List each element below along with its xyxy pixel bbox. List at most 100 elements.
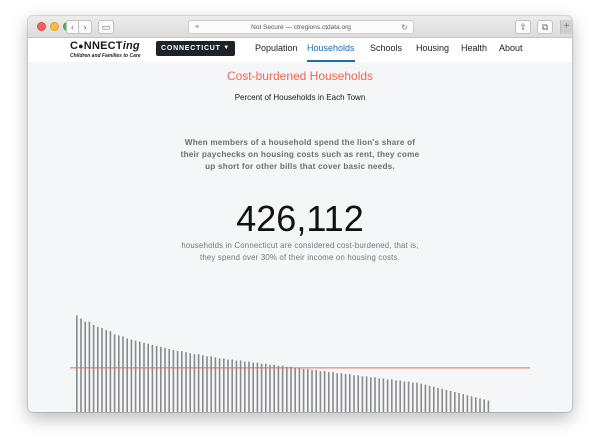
town-bar[interactable] [189, 353, 191, 412]
town-bar[interactable] [281, 365, 284, 412]
town-bar[interactable] [197, 354, 200, 412]
town-bar[interactable] [214, 357, 217, 412]
nav-link-population[interactable]: Population [255, 38, 298, 62]
nav-link-households[interactable]: Households [307, 38, 355, 62]
town-bar[interactable] [126, 338, 128, 413]
town-bar[interactable] [412, 382, 414, 412]
town-bar[interactable] [399, 380, 401, 413]
share-icon[interactable]: ⇧ [515, 20, 531, 34]
town-bar[interactable] [407, 381, 410, 412]
town-bar[interactable] [290, 366, 292, 412]
close-window-button[interactable] [37, 22, 46, 31]
minimize-window-button[interactable] [50, 22, 59, 31]
town-bar[interactable] [298, 367, 301, 412]
town-bar[interactable] [210, 356, 212, 412]
town-bar[interactable] [101, 328, 103, 412]
town-bar[interactable] [164, 347, 166, 412]
town-bar[interactable] [483, 399, 485, 412]
town-bar[interactable] [76, 315, 78, 412]
town-bar[interactable] [466, 395, 469, 412]
town-bar[interactable] [265, 363, 267, 412]
town-bar[interactable] [273, 364, 275, 412]
reload-icon[interactable]: ↻ [401, 21, 408, 34]
town-bar[interactable] [202, 355, 204, 412]
town-bar[interactable] [441, 388, 443, 412]
town-bar[interactable] [378, 378, 380, 412]
address-bar[interactable]: ≡ Not Secure — ctregions.ctdata.org ↻ [188, 20, 414, 34]
town-bar[interactable] [109, 331, 112, 412]
town-bar[interactable] [134, 340, 137, 412]
town-bar[interactable] [307, 368, 309, 412]
town-bar[interactable] [487, 400, 490, 412]
town-bar[interactable] [420, 383, 422, 412]
town-bar[interactable] [294, 367, 296, 412]
tabs-overview-icon[interactable]: ⧉ [537, 20, 553, 34]
town-bar[interactable] [97, 326, 99, 412]
town-bar[interactable] [391, 379, 393, 412]
back-button[interactable]: ‹ [66, 20, 79, 34]
town-bar[interactable] [181, 351, 183, 412]
town-bar[interactable] [84, 321, 86, 412]
town-bar[interactable] [353, 375, 355, 412]
town-bar[interactable] [332, 372, 334, 412]
town-bar[interactable] [227, 359, 229, 413]
town-bar[interactable] [80, 318, 82, 412]
town-bar[interactable] [311, 370, 313, 412]
nav-link-health[interactable]: Health [461, 38, 487, 62]
town-bar[interactable] [470, 396, 473, 412]
town-bar[interactable] [218, 358, 221, 412]
town-bar[interactable] [319, 371, 322, 412]
town-bar[interactable] [105, 330, 107, 412]
town-bar[interactable] [147, 343, 149, 412]
town-bar[interactable] [462, 394, 464, 412]
town-bar[interactable] [118, 335, 120, 412]
town-bar[interactable] [193, 354, 196, 412]
town-bar[interactable] [454, 392, 456, 412]
town-bar[interactable] [130, 339, 133, 412]
town-bar[interactable] [328, 372, 330, 412]
town-bar[interactable] [403, 381, 406, 412]
town-bar[interactable] [252, 362, 254, 412]
town-bar[interactable] [349, 374, 351, 412]
town-bar[interactable] [286, 366, 288, 412]
site-logo[interactable]: C●NNECTing Children and Families to Care [70, 41, 152, 61]
town-bar[interactable] [386, 379, 389, 412]
town-bar[interactable] [357, 375, 359, 412]
town-bar[interactable] [223, 358, 225, 412]
nav-link-housing[interactable]: Housing [416, 38, 449, 62]
town-bar[interactable] [344, 374, 347, 412]
town-bar[interactable] [206, 356, 208, 412]
town-bar[interactable] [260, 363, 263, 412]
town-bar[interactable] [374, 377, 376, 412]
town-bar[interactable] [302, 368, 305, 412]
town-bar[interactable] [445, 389, 448, 412]
town-bar[interactable] [424, 384, 427, 412]
town-bar[interactable] [336, 373, 338, 412]
nav-link-about[interactable]: About [499, 38, 523, 62]
town-bar[interactable] [475, 397, 477, 412]
town-bar[interactable] [160, 346, 162, 412]
town-bar[interactable] [269, 364, 271, 412]
town-bar[interactable] [428, 385, 431, 412]
town-bar[interactable] [176, 351, 179, 412]
new-tab-icon[interactable]: + [560, 20, 572, 34]
town-bar[interactable] [168, 349, 170, 412]
town-bar[interactable] [365, 376, 368, 412]
town-bar[interactable] [323, 371, 326, 412]
town-bar[interactable] [248, 361, 250, 412]
sidebar-toggle-icon[interactable]: ▭ [98, 20, 114, 34]
town-bar[interactable] [449, 391, 452, 412]
town-bar[interactable] [361, 376, 364, 412]
town-bar[interactable] [256, 362, 259, 412]
state-selector-dropdown[interactable]: CONNECTICUT ▼ [156, 41, 235, 56]
town-bar[interactable] [92, 324, 95, 412]
town-bar[interactable] [277, 365, 280, 412]
town-bar[interactable] [433, 386, 435, 412]
town-bar[interactable] [395, 380, 397, 413]
town-bar[interactable] [185, 352, 187, 412]
town-bar[interactable] [143, 342, 145, 412]
town-bar[interactable] [437, 387, 439, 412]
town-bar[interactable] [382, 378, 385, 412]
town-bar[interactable] [458, 393, 460, 412]
town-bar[interactable] [113, 334, 116, 412]
